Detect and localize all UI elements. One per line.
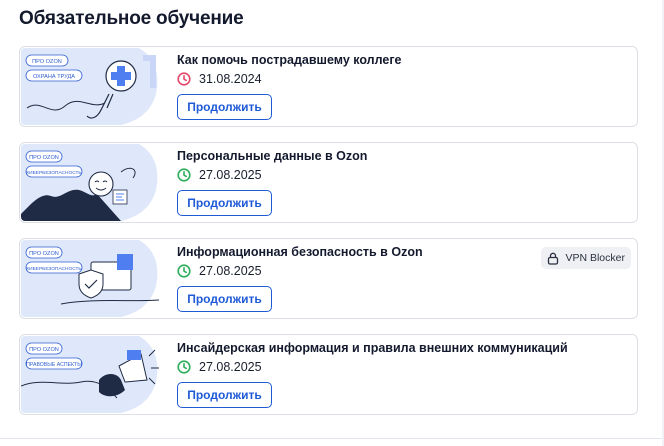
- course-deadline: 27.08.2025: [177, 167, 262, 183]
- deadline-date: 27.08.2025: [199, 168, 262, 182]
- thumb-subtitle: ПРАВОВЫЕ АСПЕКТЫ: [26, 362, 82, 368]
- course-thumbnail[interactable]: ПРО OZON КИБЕРБЕЗОПАСНОСТЬ: [21, 240, 162, 317]
- deadline-date: 27.08.2025: [199, 360, 262, 374]
- badge-label: VPN Blocker: [565, 252, 625, 264]
- deadline-date: 27.08.2025: [199, 264, 262, 278]
- continue-button[interactable]: Продолжить: [177, 94, 272, 120]
- thumb-tag: ПРО OZON: [32, 59, 62, 65]
- course-deadline: 27.08.2025: [177, 359, 262, 375]
- course-title[interactable]: Информационная безопасность в Ozon: [177, 245, 423, 259]
- course-card[interactable]: ПРО OZON ПРАВОВЫЕ АСПЕКТЫ Инсайдерская и…: [19, 334, 638, 415]
- continue-button[interactable]: Продолжить: [177, 190, 272, 216]
- bottom-divider: [0, 438, 664, 439]
- course-title[interactable]: Инсайдерская информация и правила внешни…: [177, 341, 568, 355]
- thumb-tag: ПРО OZON: [29, 347, 59, 353]
- deadline-date: 31.08.2024: [199, 72, 262, 86]
- clock-icon: [177, 264, 191, 278]
- clock-icon: [177, 168, 191, 182]
- thumb-subtitle: КИБЕРБЕЗОПАСНОСТЬ: [26, 170, 81, 176]
- course-thumbnail[interactable]: ПРО OZON ПРАВОВЫЕ АСПЕКТЫ: [21, 336, 162, 413]
- continue-button[interactable]: Продолжить: [177, 286, 272, 312]
- course-card[interactable]: ПРО OZON КИБЕРБЕЗОПАСНОСТЬ Персональные …: [19, 142, 638, 223]
- course-title[interactable]: Как помочь пострадавшему коллеге: [177, 53, 402, 67]
- clock-icon: [177, 72, 191, 86]
- lock-icon: [548, 252, 559, 265]
- course-card[interactable]: ПРО OZON КИБЕРБЕЗОПАСНОСТЬ Информационна…: [19, 238, 638, 319]
- thumb-subtitle: КИБЕРБЕЗОПАСНОСТЬ: [26, 266, 81, 272]
- course-title[interactable]: Персональные данные в Ozon: [177, 149, 367, 163]
- course-thumbnail[interactable]: ПРО OZON ОХРАНА ТРУДА: [21, 48, 162, 125]
- course-deadline: 27.08.2025: [177, 263, 262, 279]
- section-title: Обязательное обучение: [19, 8, 244, 29]
- thumb-tag: ПРО OZON: [29, 155, 59, 161]
- course-deadline: 31.08.2024: [177, 71, 262, 87]
- clock-icon: [177, 360, 191, 374]
- course-thumbnail[interactable]: ПРО OZON КИБЕРБЕЗОПАСНОСТЬ: [21, 144, 162, 221]
- thumb-tag: ПРО OZON: [29, 251, 59, 257]
- vpn-blocker-badge: VPN Blocker: [541, 247, 631, 269]
- thumb-subtitle: ОХРАНА ТРУДА: [33, 74, 75, 80]
- continue-button[interactable]: Продолжить: [177, 382, 272, 408]
- course-card[interactable]: ПРО OZON ОХРАНА ТРУДА Как помочь пострад…: [19, 46, 638, 127]
